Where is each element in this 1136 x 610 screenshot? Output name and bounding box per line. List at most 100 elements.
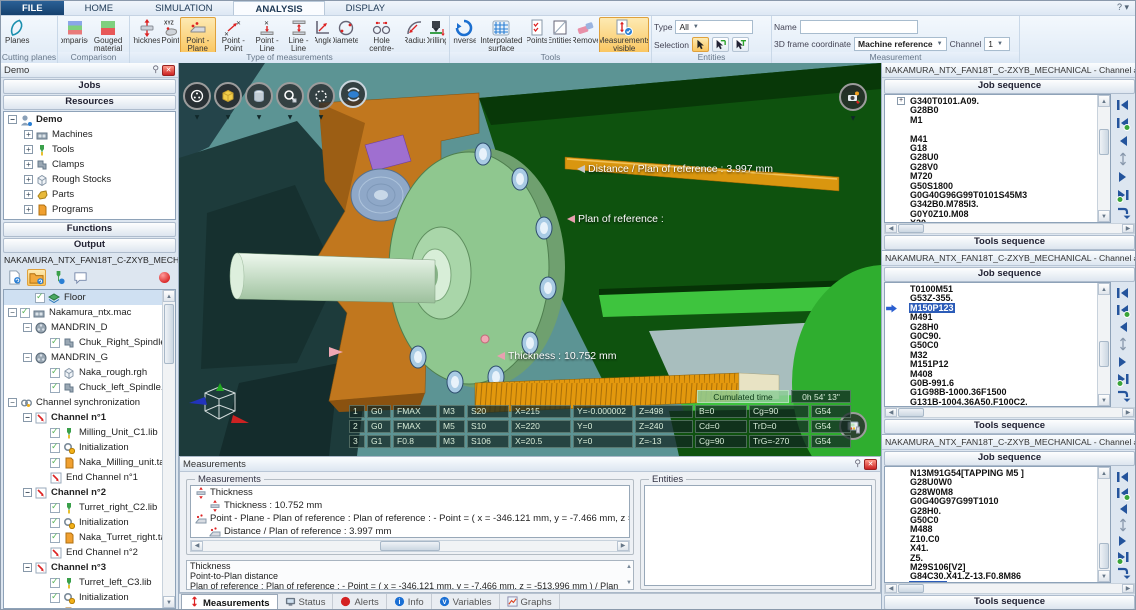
tool-measurements-visible-button[interactable]: Measurements visible xyxy=(599,17,649,55)
tools-sequence-header[interactable]: Tools sequence xyxy=(884,235,1135,250)
media-jump-to-end-button[interactable] xyxy=(1115,389,1131,404)
expander-icon[interactable]: − xyxy=(23,323,32,332)
media-step-back-button[interactable] xyxy=(1115,320,1131,335)
measure-diameter-button[interactable]: Diameter xyxy=(332,17,359,46)
tree-item-initialization[interactable]: Initialization xyxy=(4,440,162,455)
tree-item-rough-stocks[interactable]: +Rough Stocks xyxy=(4,172,175,187)
scroll-left-icon[interactable]: ◀ xyxy=(885,224,897,233)
media-rewind-to-event-button[interactable] xyxy=(1115,115,1131,130)
expander-icon[interactable]: − xyxy=(8,308,17,317)
tree-item-initialization[interactable]: Initialization xyxy=(4,590,162,605)
bottom-tab-alerts[interactable]: Alerts xyxy=(333,594,386,610)
media-jump-to-end-button[interactable] xyxy=(1115,205,1131,220)
media-jump-to-end-button[interactable] xyxy=(1115,565,1131,580)
measure-point-point-button[interactable]: ✕✕Point - Point xyxy=(216,17,251,55)
expander-icon[interactable]: + xyxy=(24,160,33,169)
measurement-item[interactable]: Point - Plane - Plan of reference : Plan… xyxy=(191,512,629,525)
tree-item-channel-synchronization[interactable]: −Channel synchronization xyxy=(4,395,162,410)
media-skip-to-start-button[interactable] xyxy=(1115,97,1131,112)
tree-item-chuk-right-spindle-clp[interactable]: Chuk_Right_Spindle.clp xyxy=(4,335,162,350)
help-button[interactable]: ? ▾ xyxy=(1117,2,1129,13)
tree-item-nakamura-ntx-mac[interactable]: −Nakamura_ntx.mac xyxy=(4,305,162,320)
media-resize-handle[interactable] xyxy=(1115,151,1131,166)
measure-drilling-button[interactable]: Drilling xyxy=(426,17,447,46)
expander-icon[interactable]: + xyxy=(24,175,33,184)
stock-cylinder-button[interactable] xyxy=(245,82,273,110)
entities-list[interactable] xyxy=(644,485,872,586)
zoom-button[interactable] xyxy=(276,82,304,110)
media-rewind-to-event-button[interactable] xyxy=(1115,485,1131,500)
tool-interpolated-surface-button[interactable]: Interpolated surface xyxy=(477,17,527,55)
scroll-up-icon[interactable]: ▲ xyxy=(163,290,175,302)
tree-item-channel-n-2[interactable]: −Channel n°2 xyxy=(4,485,162,500)
media-play-to-event-button[interactable] xyxy=(1115,187,1131,202)
expander-icon[interactable]: + xyxy=(24,190,33,199)
tool-entities-button[interactable]: Entities xyxy=(548,17,573,46)
media-step-forward-button[interactable] xyxy=(1115,354,1131,369)
measurement-item[interactable]: Distance / Plan of reference : 3.997 mm xyxy=(191,525,629,538)
expander-icon[interactable]: + xyxy=(897,97,905,105)
ribbon-tab-display[interactable]: DISPLAY xyxy=(325,1,406,15)
scroll-down-icon[interactable]: ▼ xyxy=(1098,394,1110,406)
channel-select[interactable]: 1▼ xyxy=(984,37,1010,51)
horizontal-scrollbar[interactable]: ◀▶ xyxy=(884,223,1135,234)
comment-button[interactable] xyxy=(71,269,90,286)
tree-item-mandrin-g[interactable]: −MANDRIN_G xyxy=(4,350,162,365)
scroll-down-icon[interactable]: ▼ xyxy=(626,579,632,587)
selection-standard-button[interactable] xyxy=(692,37,709,52)
tree-item-mandrin-d[interactable]: −MANDRIN_D xyxy=(4,320,162,335)
expander-icon[interactable]: + xyxy=(24,130,33,139)
measure-line-line-button[interactable]: Line - Line xyxy=(283,17,313,55)
tree-item-channel-n-3[interactable]: −Channel n°3 xyxy=(4,560,162,575)
gcode-line[interactable]: M1 xyxy=(885,116,1097,125)
ribbon-tab-simulation[interactable]: SIMULATION xyxy=(134,1,233,15)
gcode-line[interactable]: G131B-1004.36A50.F100C2. xyxy=(885,398,1097,406)
media-rewind-to-event-button[interactable] xyxy=(1115,302,1131,317)
scroll-right-icon[interactable]: ▶ xyxy=(617,541,629,551)
scroll-up-icon[interactable]: ▲ xyxy=(626,563,632,571)
bottom-tab-variables[interactable]: VVariables xyxy=(432,594,500,610)
tree-item-floor[interactable]: Floor xyxy=(4,290,162,305)
scroll-down-icon[interactable]: ▼ xyxy=(163,596,175,608)
expander-icon[interactable]: + xyxy=(24,205,33,214)
checkbox[interactable] xyxy=(50,593,60,603)
vertical-scrollbar[interactable]: ▲▼ xyxy=(1097,95,1110,222)
gouged-material-button[interactable]: Gouged material xyxy=(89,17,127,55)
gcode-list[interactable]: T0100M51G53Z-355.M150P123M491G28H0G0C90.… xyxy=(884,282,1111,407)
name-input[interactable] xyxy=(800,20,918,34)
plan-of-reference-label[interactable]: Plan of reference : xyxy=(567,213,664,225)
horizontal-scrollbar[interactable]: ◀▶ xyxy=(190,540,630,552)
expander-icon[interactable]: − xyxy=(23,413,32,422)
tools-sequence-header[interactable]: Tools sequence xyxy=(884,419,1135,434)
gcode-line[interactable]: X20. xyxy=(885,219,1097,222)
media-step-forward-button[interactable] xyxy=(1115,169,1131,184)
scroll-right-icon[interactable]: ▶ xyxy=(1122,584,1134,593)
ribbon-tab-home[interactable]: HOME xyxy=(64,1,135,15)
checkbox[interactable] xyxy=(50,458,60,468)
media-play-to-event-button[interactable] xyxy=(1115,549,1131,564)
axis-triad-icon[interactable] xyxy=(187,381,251,433)
checkbox[interactable] xyxy=(50,428,60,438)
tree-item-naka-milling-unit-tap[interactable]: Naka_Milling_unit.tap xyxy=(4,455,162,470)
tree-item-milling-unit-c1-lib[interactable]: Milling_Unit_C1.lib xyxy=(4,425,162,440)
measure-radius-button[interactable]: Radius xyxy=(404,17,426,46)
camera-capture-button[interactable] xyxy=(839,83,867,111)
bottom-tab-measurements[interactable]: Measurements xyxy=(181,594,278,610)
close-button[interactable]: ✕ xyxy=(162,65,175,76)
new-document-button[interactable] xyxy=(5,269,24,286)
job-sequence-header[interactable]: Job sequence xyxy=(884,267,1135,282)
job-sequence-header[interactable]: Job sequence xyxy=(884,79,1135,94)
ribbon-tab-file[interactable]: FILE xyxy=(1,1,64,15)
tree-item-naka-rough-rgh[interactable]: Naka_rough.rgh xyxy=(4,365,162,380)
horizontal-scrollbar[interactable]: ◀▶ xyxy=(884,407,1135,418)
checkbox[interactable] xyxy=(50,578,60,588)
tree-item-turret-left-c3-lib[interactable]: Turret_left_C3.lib xyxy=(4,575,162,590)
section-jobs[interactable]: Jobs xyxy=(3,79,176,94)
checkbox[interactable] xyxy=(50,503,60,513)
media-step-back-button[interactable] xyxy=(1115,133,1131,148)
scroll-up-icon[interactable]: ▲ xyxy=(1098,95,1110,107)
scroll-right-icon[interactable]: ▶ xyxy=(1122,224,1134,233)
view-modes-button[interactable] xyxy=(183,82,211,110)
checkbox[interactable] xyxy=(50,443,60,453)
measurement-item[interactable]: Thickness xyxy=(191,486,629,499)
